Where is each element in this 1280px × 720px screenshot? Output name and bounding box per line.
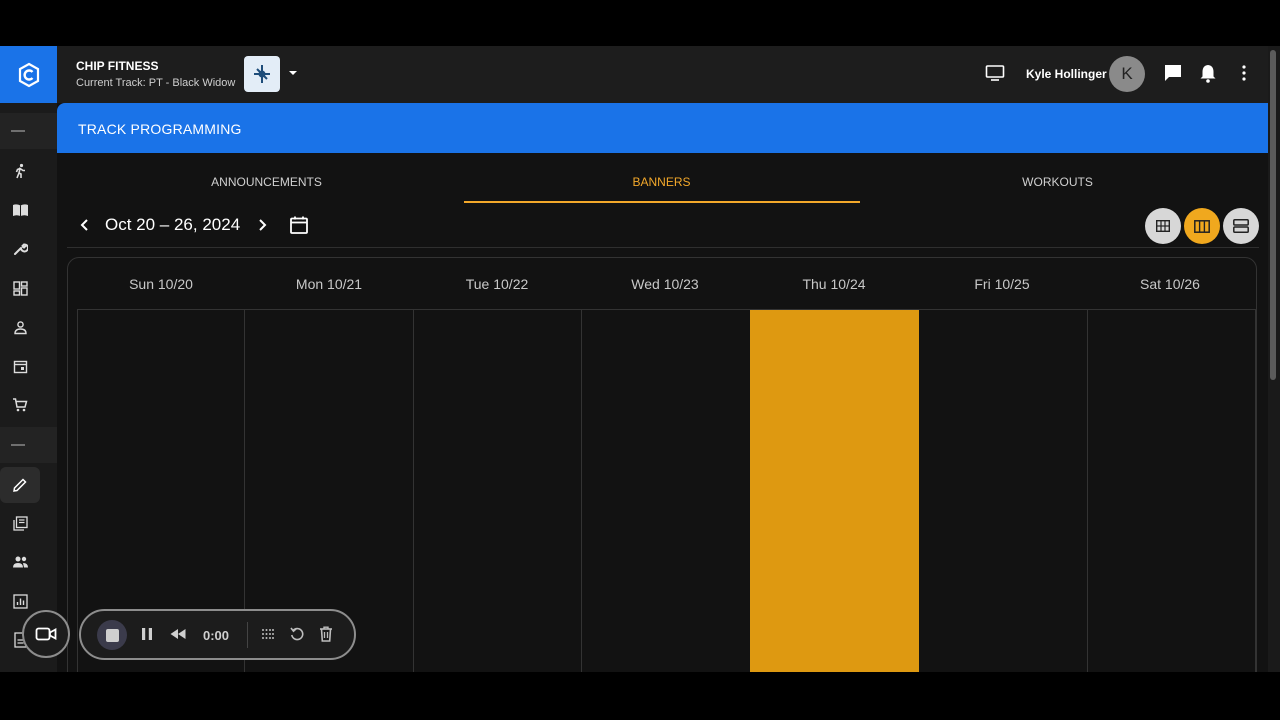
scrollbar-thumb[interactable] (1270, 50, 1276, 380)
day-header-thu[interactable]: Thu 10/24 (750, 264, 918, 304)
recorder-controls: 0:00 (79, 609, 356, 660)
more-vert-icon (1242, 65, 1246, 81)
restart-button[interactable] (289, 625, 305, 648)
restart-icon (290, 627, 304, 641)
day-header-tue[interactable]: Tue 10/22 (413, 264, 581, 304)
track-dropdown[interactable] (288, 66, 298, 85)
bell-icon (1200, 65, 1216, 83)
dashboard-nav[interactable] (0, 270, 40, 306)
store-nav[interactable] (0, 387, 40, 423)
content-nav[interactable] (0, 505, 40, 541)
divider (67, 247, 1259, 248)
avatar[interactable]: K (1109, 56, 1145, 92)
groups-nav[interactable] (0, 544, 40, 580)
tab-workouts[interactable]: WORKOUTS (860, 175, 1255, 203)
messages-button[interactable] (1163, 63, 1183, 88)
tools-nav[interactable] (0, 231, 40, 267)
column-divider (77, 309, 78, 672)
top-bar: CHIP FITNESS Current Track: PT - Black W… (57, 46, 1268, 103)
recording-timer: 0:00 (203, 628, 230, 643)
pause-button[interactable] (140, 625, 154, 648)
delete-recording-button[interactable] (318, 625, 334, 648)
members-nav[interactable] (0, 309, 40, 345)
track-badge[interactable] (244, 56, 280, 92)
chevron-left-icon (80, 219, 88, 231)
left-rail (0, 46, 57, 672)
stop-icon (105, 628, 119, 642)
calendar-icon (290, 216, 308, 234)
display-button[interactable] (985, 63, 1005, 88)
day-header-wed[interactable]: Wed 10/23 (581, 264, 749, 304)
rows-icon (1233, 219, 1249, 233)
notifications-button[interactable] (1199, 63, 1217, 88)
calendar-icon (13, 360, 27, 373)
next-week-button[interactable] (255, 218, 269, 237)
calendar-header-divider (77, 309, 1256, 310)
library-icon (12, 515, 28, 531)
drag-handle[interactable] (260, 625, 276, 648)
banner-block[interactable] (750, 310, 919, 672)
day-view-button[interactable] (1223, 208, 1259, 244)
camera-toggle-button[interactable] (22, 610, 70, 658)
trash-icon (320, 626, 332, 642)
current-track: Current Track: PT - Black Widow (76, 77, 236, 89)
grip-icon (262, 629, 274, 639)
grid-icon (1156, 220, 1170, 232)
wrench-icon (14, 243, 28, 255)
rail-divider (0, 113, 57, 149)
monitor-icon (985, 65, 1005, 81)
logo-icon (18, 62, 39, 87)
app-frame: CHIP FITNESS Current Track: PT - Black W… (0, 46, 1280, 672)
previous-week-button[interactable] (78, 218, 92, 237)
stop-recording-button[interactable] (97, 620, 127, 650)
page-header: TRACK PROGRAMMING (57, 103, 1268, 153)
tab-banners[interactable]: BANNERS (464, 175, 859, 203)
person-icon (13, 320, 27, 334)
rail-divider (0, 427, 57, 463)
track-icon (254, 65, 270, 83)
date-range-label: Oct 20 – 26, 2024 (105, 215, 241, 234)
rewind-button[interactable] (169, 625, 187, 648)
column-divider (1087, 309, 1088, 672)
day-header-fri[interactable]: Fri 10/25 (918, 264, 1086, 304)
app-logo[interactable] (0, 46, 57, 103)
tab-announcements[interactable]: ANNOUNCEMENTS (69, 175, 464, 203)
running-icon (15, 163, 25, 179)
dashboard-icon (12, 280, 28, 296)
programming-nav[interactable] (0, 467, 40, 503)
week-view-button[interactable] (1184, 208, 1220, 244)
day-header-mon[interactable]: Mon 10/21 (245, 264, 413, 304)
library-nav[interactable] (0, 192, 40, 228)
chevron-right-icon (259, 219, 267, 231)
video-camera-icon (35, 627, 57, 641)
cart-icon (13, 398, 28, 412)
chart-icon (12, 593, 28, 609)
column-divider (1255, 309, 1256, 672)
column-divider (413, 309, 414, 672)
date-picker-button[interactable] (289, 215, 309, 240)
book-icon (12, 204, 28, 216)
user-name: Kyle Hollinger (1026, 67, 1107, 81)
active-tab-indicator (464, 201, 860, 203)
month-view-button[interactable] (1145, 208, 1181, 244)
day-header-sun[interactable]: Sun 10/20 (77, 264, 245, 304)
page-title: TRACK PROGRAMMING (78, 121, 242, 137)
people-icon (12, 556, 28, 568)
column-divider (581, 309, 582, 672)
pause-icon (142, 628, 152, 640)
chat-icon (1165, 65, 1181, 81)
caret-down-icon (289, 71, 297, 75)
org-name: CHIP FITNESS (76, 59, 159, 73)
pencil-icon (13, 478, 27, 492)
rewind-icon (170, 629, 186, 639)
schedule-nav[interactable] (0, 348, 40, 384)
more-menu-button[interactable] (1237, 63, 1251, 88)
divider (247, 622, 248, 648)
day-header-sat[interactable]: Sat 10/26 (1086, 264, 1254, 304)
columns-icon (1194, 219, 1210, 233)
workouts-nav[interactable] (0, 153, 40, 189)
